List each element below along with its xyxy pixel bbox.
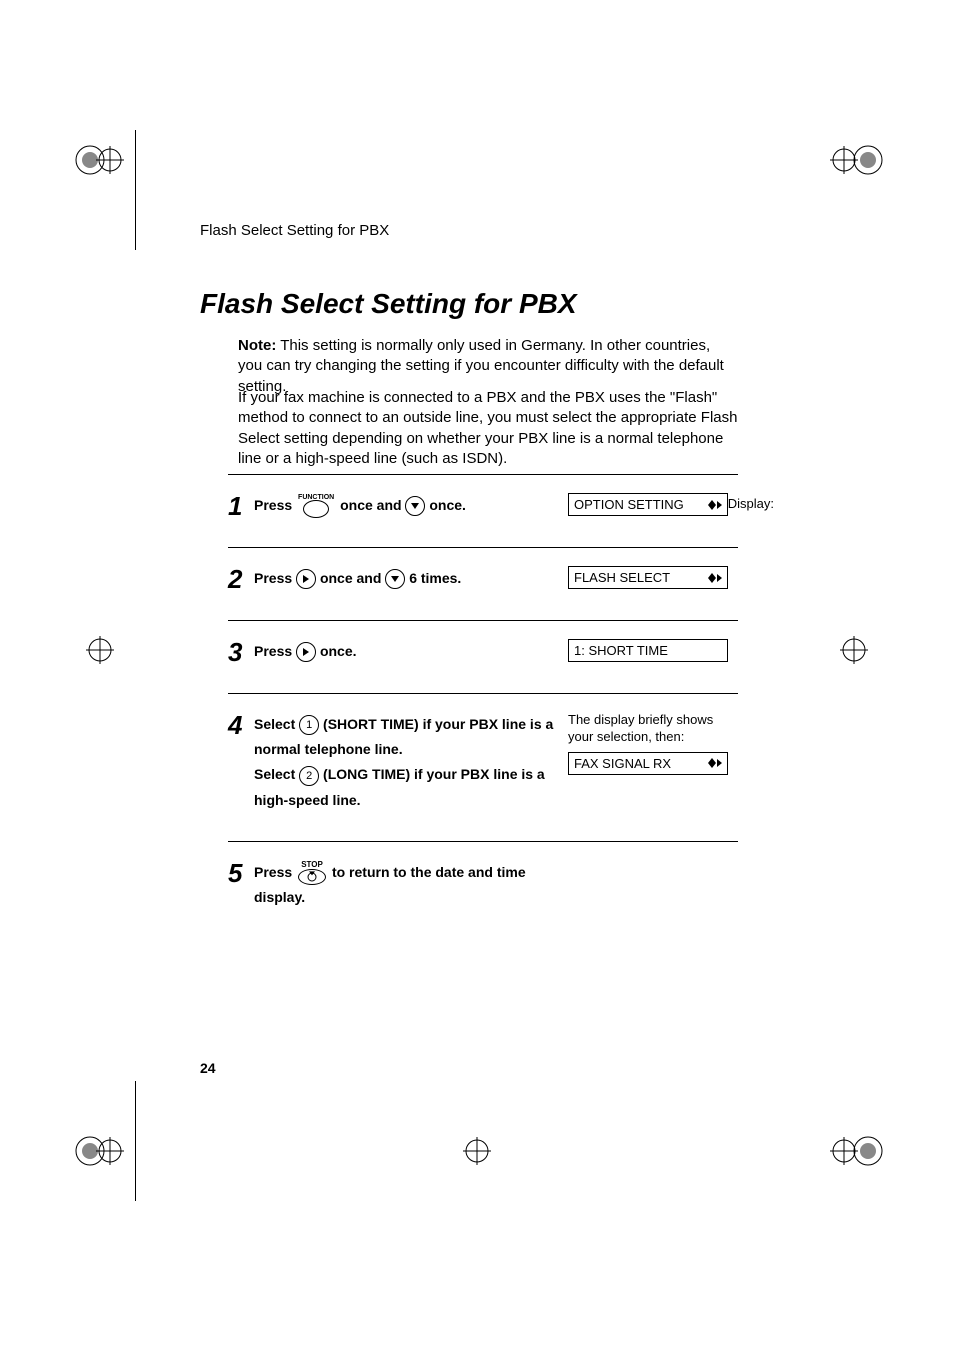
step-display: The display briefly shows your selection… [568, 712, 738, 775]
step-number: 4 [228, 712, 254, 738]
step-instruction: Select 1 (SHORT TIME) if your PBX line i… [254, 712, 568, 813]
brief-text: The display briefly shows your selection… [568, 712, 738, 746]
function-button-icon: FUNCTION [298, 494, 334, 519]
crop-mark-icon [447, 1121, 507, 1181]
crop-mark-icon [824, 130, 884, 190]
crop-rule [135, 1081, 136, 1201]
step-display: 1: SHORT TIME [568, 639, 738, 662]
lcd-display: FAX SIGNAL RX [568, 752, 728, 775]
lcd-text: 1: SHORT TIME [574, 643, 668, 658]
lcd-text: FLASH SELECT [574, 570, 670, 585]
crop-mark-icon [824, 620, 884, 680]
step-row: 1 Press FUNCTION once and once. OPTION S… [228, 474, 738, 547]
step-display: FLASH SELECT [568, 566, 738, 589]
nav-arrows-icon [708, 573, 722, 583]
step-instruction: Press once. [254, 639, 568, 664]
step-display: OPTION SETTING [568, 493, 738, 516]
crop-mark-icon [824, 1121, 884, 1181]
step-instruction: Press once and 6 times. [254, 566, 568, 591]
running-head: Flash Select Setting for PBX [200, 222, 389, 239]
down-arrow-button-icon [385, 569, 405, 589]
right-arrow-button-icon [296, 642, 316, 662]
crop-mark-icon [70, 130, 130, 190]
crop-mark-icon [70, 620, 130, 680]
lcd-display: OPTION SETTING [568, 493, 728, 516]
intro-paragraph: If your fax machine is connected to a PB… [238, 388, 738, 469]
step-row: 4 Select 1 (SHORT TIME) if your PBX line… [228, 693, 738, 841]
crop-mark-icon [70, 1121, 130, 1181]
nav-arrows-icon [708, 500, 722, 510]
lcd-display: FLASH SELECT [568, 566, 728, 589]
right-arrow-button-icon [296, 569, 316, 589]
step-row: 3 Press once. 1: SHORT TIME [228, 620, 738, 693]
step-instruction: Press STOP to return to the date and tim… [254, 860, 568, 910]
step-number: 3 [228, 639, 254, 665]
note-label: Note: [238, 337, 276, 354]
lcd-display: 1: SHORT TIME [568, 639, 728, 662]
lcd-text: OPTION SETTING [574, 497, 684, 512]
keypad-2-icon: 2 [299, 766, 319, 786]
step-number: 1 [228, 493, 254, 519]
step-row: 5 Press STOP to return to the date and t… [228, 841, 738, 938]
page: Flash Select Setting for PBX Flash Selec… [0, 0, 954, 1351]
note-text: This setting is normally only used in Ge… [238, 337, 724, 395]
step-row: 2 Press once and 6 times. FLASH SELECT [228, 547, 738, 620]
nav-arrows-icon [708, 758, 722, 768]
stop-button-icon: STOP [298, 861, 326, 885]
step-number: 5 [228, 860, 254, 886]
lcd-text: FAX SIGNAL RX [574, 756, 671, 771]
step-instruction: Press FUNCTION once and once. [254, 493, 568, 519]
page-number: 24 [200, 1060, 216, 1076]
step-number: 2 [228, 566, 254, 592]
section-title: Flash Select Setting for PBX [200, 288, 577, 320]
crop-rule [135, 130, 136, 250]
keypad-1-icon: 1 [299, 715, 319, 735]
steps-table: 1 Press FUNCTION once and once. OPTION S… [228, 474, 738, 938]
down-arrow-button-icon [405, 496, 425, 516]
